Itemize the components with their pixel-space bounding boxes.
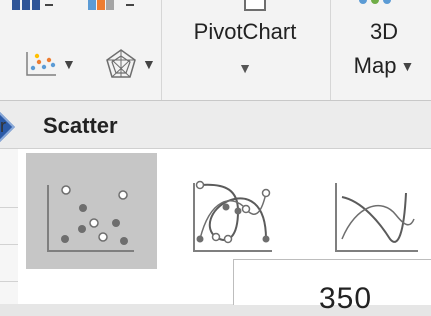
map-3d-icon: [359, 0, 391, 4]
strip-divider: [0, 281, 18, 282]
strip-divider: [0, 244, 18, 245]
scatter-chart-icon: [26, 52, 56, 76]
scatter-dropdown-panel: r Scatter 350: [0, 100, 431, 315]
dropdown-header: r Scatter: [0, 101, 431, 149]
bar-chart-button[interactable]: [10, 0, 56, 16]
radar-chart-icon: [106, 49, 136, 78]
chevron-down-icon: ▼: [62, 56, 76, 72]
chart-sheet-icon: [244, 0, 266, 11]
scatter-option[interactable]: [26, 153, 157, 269]
map-3d-label-top: 3D: [369, 19, 399, 44]
radar-chart-button[interactable]: ▼: [104, 48, 156, 80]
scatter-markers-icon: [47, 185, 134, 252]
scatter-smooth-lines-option[interactable]: [318, 153, 431, 269]
hierarchy-chart-icon: [88, 0, 134, 10]
scatter-smooth-lines-markers-icon: [193, 180, 272, 252]
pivot-chart-label: PivotChart: [193, 19, 297, 44]
pivot-chart-button[interactable]: PivotChart ▼: [170, 18, 320, 76]
ribbon-separator: [330, 0, 331, 100]
map-3d-button[interactable]: 3D Map ▼: [340, 18, 428, 80]
recommended-chart-button[interactable]: [243, 0, 267, 12]
hierarchy-chart-button[interactable]: [86, 0, 136, 16]
chevron-down-icon: ▼: [238, 60, 252, 76]
chevron-down-icon: ▼: [142, 56, 156, 72]
chevron-down-icon: ▼: [400, 58, 415, 74]
header-left-fragment: r: [0, 116, 6, 136]
scatter-chart-button[interactable]: ▼: [24, 50, 76, 78]
ribbon: ▼ ▼ PivotChart ▼ 3D Map ▼: [0, 0, 431, 100]
strip-divider: [0, 207, 18, 208]
map-3d-label-bottom: Map: [353, 53, 397, 78]
bar-chart-icon: [12, 0, 53, 10]
scatter-smooth-lines-icon: [335, 183, 418, 252]
map-3d-top-icon-button[interactable]: [355, 0, 399, 8]
scatter-smooth-lines-markers-option[interactable]: [172, 153, 282, 269]
left-strip: [0, 149, 18, 304]
map-3d-label-row: Map ▼: [340, 52, 428, 80]
dropdown-title: Scatter: [43, 113, 118, 138]
ribbon-separator: [161, 0, 162, 100]
preview-axis-value: 350: [319, 282, 373, 315]
chart-preview-box: 350: [233, 259, 431, 315]
